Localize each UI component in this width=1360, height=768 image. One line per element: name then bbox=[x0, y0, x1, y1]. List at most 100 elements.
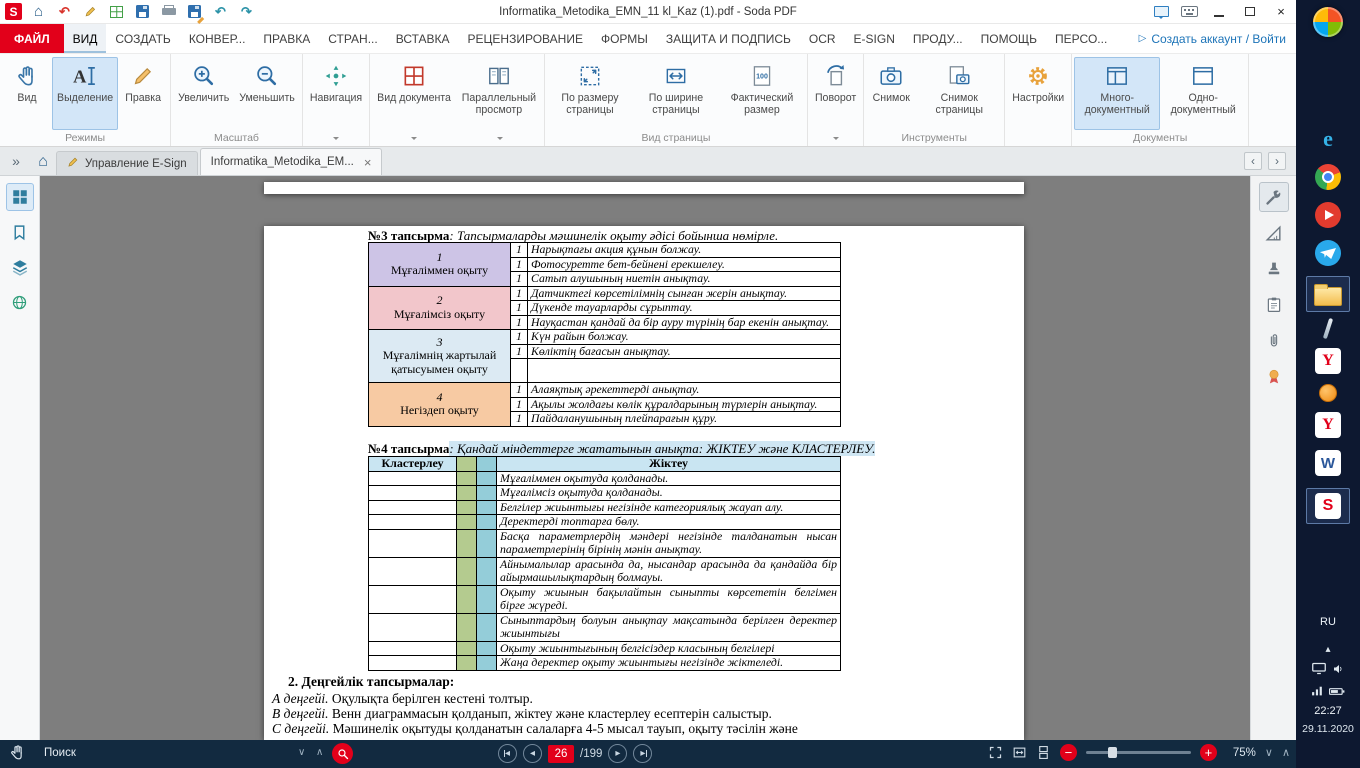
attachment-button[interactable] bbox=[1259, 326, 1289, 356]
settings-button[interactable]: Настройки bbox=[1007, 57, 1069, 130]
zoom-level-label[interactable]: 75% bbox=[1226, 747, 1256, 759]
home-icon[interactable]: ⌂ bbox=[30, 3, 47, 20]
next-page-button[interactable]: ▸ bbox=[608, 744, 627, 763]
soda-pdf-taskbar-icon[interactable]: S bbox=[1306, 488, 1350, 524]
print-icon[interactable] bbox=[160, 3, 177, 20]
menu-ocr[interactable]: OCR bbox=[800, 24, 845, 53]
bookmarks-panel-button[interactable] bbox=[6, 218, 34, 246]
menu-review[interactable]: РЕЦЕНЗИРОВАНИЕ bbox=[459, 24, 592, 53]
battery-tray-icon[interactable] bbox=[1329, 683, 1345, 701]
undo-icon[interactable]: ↶ bbox=[212, 3, 229, 20]
tab-current-document[interactable]: Informatika_Metodika_EM... × bbox=[200, 148, 383, 175]
save-icon[interactable] bbox=[134, 3, 151, 20]
menu-convert[interactable]: КОНВЕР... bbox=[180, 24, 255, 53]
telegram-icon[interactable] bbox=[1315, 240, 1341, 266]
yandex-icon[interactable]: Y bbox=[1315, 412, 1341, 438]
menu-secure[interactable]: ЗАЩИТА И ПОДПИСЬ bbox=[657, 24, 800, 53]
chrome-icon[interactable] bbox=[1315, 164, 1341, 190]
parallel-view-button[interactable]: Параллельный просмотр bbox=[456, 57, 542, 130]
fullscreen-icon[interactable] bbox=[988, 745, 1003, 760]
zoom-slider[interactable] bbox=[1086, 751, 1191, 754]
search-button[interactable] bbox=[332, 743, 353, 764]
stamp-button[interactable] bbox=[1259, 254, 1289, 284]
page-down-icon[interactable]: ∨ bbox=[1265, 746, 1273, 759]
navigation-button[interactable]: Навигация bbox=[305, 57, 367, 130]
first-page-button[interactable]: ◂ bbox=[498, 744, 517, 763]
actual-size-button[interactable]: 100 Фактический размер bbox=[719, 57, 805, 130]
single-document-button[interactable]: Одно-документный bbox=[1160, 57, 1246, 130]
menu-pages[interactable]: СТРАН... bbox=[319, 24, 386, 53]
minimize-button[interactable] bbox=[1209, 3, 1229, 21]
last-page-button[interactable]: ▸ bbox=[633, 744, 652, 763]
document-view-button[interactable]: Вид документа bbox=[372, 57, 456, 130]
dropdown-icon[interactable] bbox=[411, 137, 417, 143]
tray-expand-icon[interactable]: ▴ bbox=[1325, 644, 1330, 655]
tools-wrench-button[interactable] bbox=[1259, 182, 1289, 212]
menu-help[interactable]: ПОМОЩЬ bbox=[972, 24, 1046, 53]
redo-icon[interactable]: ↷ bbox=[238, 3, 255, 20]
menu-create[interactable]: СОЗДАТЬ bbox=[106, 24, 179, 53]
zoom-out-button[interactable]: Уменьшить bbox=[234, 57, 300, 130]
menu-products[interactable]: ПРОДУ... bbox=[904, 24, 972, 53]
current-page-input[interactable]: 26 bbox=[548, 745, 574, 763]
dropdown-icon[interactable] bbox=[333, 137, 339, 143]
clock[interactable]: 22:27 bbox=[1314, 705, 1342, 717]
document-viewport[interactable]: №3 тапсырма: Тапсырмаларды мәшинелік оқы… bbox=[40, 176, 1250, 740]
page-snapshot-button[interactable]: Снимок страницы bbox=[916, 57, 1002, 130]
menu-view[interactable]: ВИД bbox=[64, 24, 107, 53]
edit-pencil-icon[interactable] bbox=[82, 3, 99, 20]
tab-esign-manage[interactable]: Управление E-Sign bbox=[56, 151, 198, 175]
tab-scroll-right-icon[interactable]: › bbox=[1268, 152, 1286, 170]
tab-scroll-left-icon[interactable]: ‹ bbox=[1244, 152, 1262, 170]
account-link[interactable]: ▷Создать аккаунт / Войти bbox=[1129, 24, 1296, 53]
panel-expand-icon[interactable]: » bbox=[2, 148, 30, 174]
word-icon[interactable]: W bbox=[1315, 450, 1341, 476]
zoom-in-button[interactable]: Увеличить bbox=[173, 57, 234, 130]
pen-tool-icon[interactable] bbox=[1326, 318, 1330, 339]
attachments-panel-button[interactable] bbox=[6, 288, 34, 316]
prev-page-button[interactable]: ◂ bbox=[523, 744, 542, 763]
zoom-slider-thumb[interactable] bbox=[1108, 747, 1117, 758]
keyboard-icon[interactable] bbox=[1181, 3, 1198, 20]
close-button[interactable]: × bbox=[1271, 3, 1291, 21]
layers-panel-button[interactable] bbox=[6, 253, 34, 281]
maximize-button[interactable] bbox=[1240, 3, 1260, 21]
undo-red-icon[interactable]: ↶ bbox=[56, 3, 73, 20]
snapshot-button[interactable]: Снимок bbox=[866, 57, 916, 130]
media-player-icon[interactable] bbox=[1315, 202, 1341, 228]
feedback-icon[interactable] bbox=[1153, 3, 1170, 20]
view-mode-button[interactable]: Вид bbox=[2, 57, 52, 130]
menu-esign[interactable]: E-SIGN bbox=[845, 24, 904, 53]
award-button[interactable] bbox=[1259, 362, 1289, 392]
rotate-button[interactable]: Поворот bbox=[810, 57, 861, 130]
measure-button[interactable] bbox=[1259, 218, 1289, 248]
zoom-out-status-button[interactable]: − bbox=[1060, 744, 1077, 761]
zoom-in-status-button[interactable]: + bbox=[1200, 744, 1217, 761]
language-indicator[interactable]: RU bbox=[1320, 616, 1336, 628]
dropdown-icon[interactable] bbox=[497, 137, 503, 143]
search-input[interactable]: Поиск bbox=[44, 747, 76, 759]
display-tray-icon[interactable] bbox=[1312, 662, 1327, 680]
file-explorer-icon[interactable] bbox=[1306, 276, 1350, 312]
save-as-icon[interactable] bbox=[186, 3, 203, 20]
search-prev-icon[interactable]: ∨ bbox=[298, 747, 305, 758]
menu-forms[interactable]: ФОРМЫ bbox=[592, 24, 657, 53]
start-button[interactable] bbox=[1313, 7, 1343, 37]
thumbnails-panel-button[interactable] bbox=[6, 183, 34, 211]
tab-close-icon[interactable]: × bbox=[364, 155, 372, 170]
fit-width-status-icon[interactable] bbox=[1012, 745, 1027, 760]
menu-personalize[interactable]: ПЕРСО... bbox=[1046, 24, 1116, 53]
notes-button[interactable] bbox=[1259, 290, 1289, 320]
table-grid-icon[interactable] bbox=[108, 3, 125, 20]
menu-edit[interactable]: ПРАВКА bbox=[254, 24, 319, 53]
multi-document-button[interactable]: Много-документный bbox=[1074, 57, 1160, 130]
fit-width-button[interactable]: По ширине страницы bbox=[633, 57, 719, 130]
fit-page-button[interactable]: По размеру страницы bbox=[547, 57, 633, 130]
yandex-browser-icon[interactable]: Y bbox=[1315, 348, 1341, 374]
menu-file[interactable]: ФАЙЛ bbox=[0, 24, 64, 53]
badge-icon[interactable] bbox=[1319, 384, 1337, 402]
volume-tray-icon[interactable] bbox=[1332, 662, 1345, 680]
continuous-scroll-icon[interactable] bbox=[1036, 745, 1051, 760]
pan-hand-icon[interactable] bbox=[8, 743, 27, 765]
internet-explorer-icon[interactable]: e bbox=[1323, 126, 1333, 152]
